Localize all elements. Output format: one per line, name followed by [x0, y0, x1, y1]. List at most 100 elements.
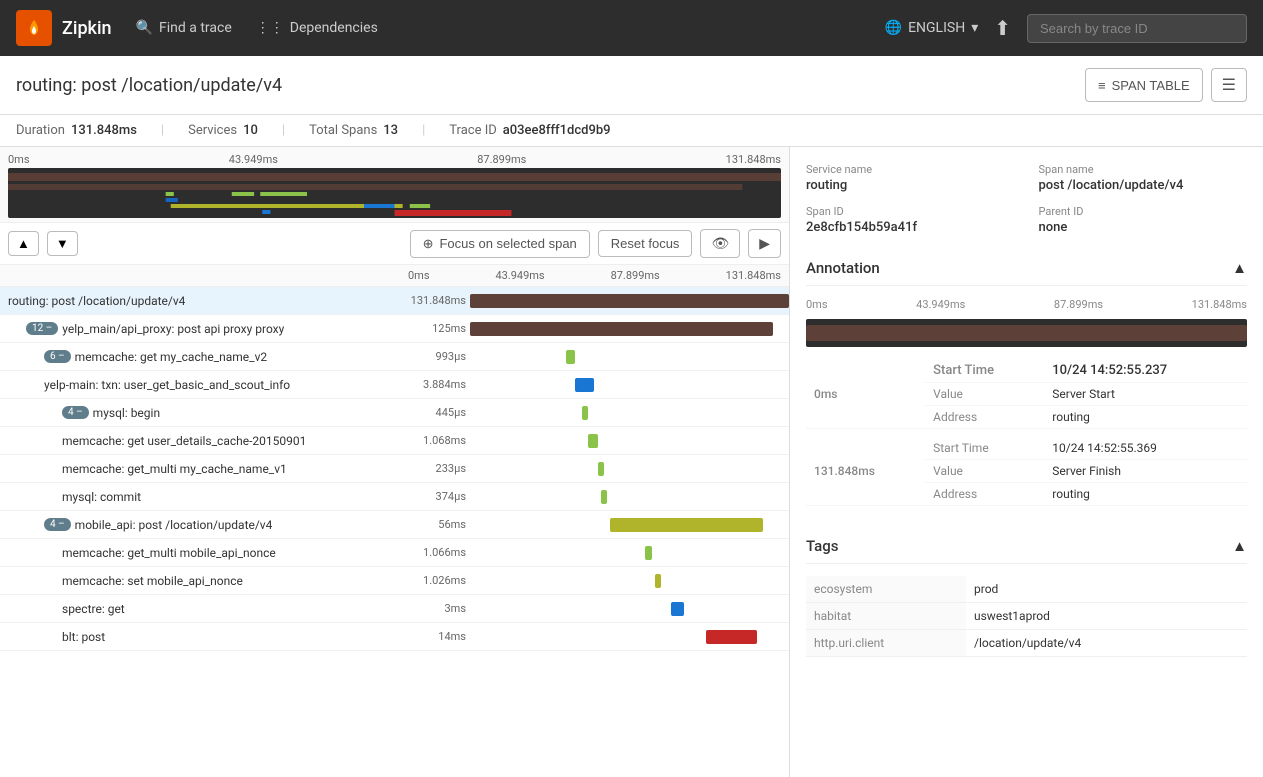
- timeline-minimap[interactable]: [8, 168, 781, 218]
- span-duration: 1.066ms: [390, 546, 470, 559]
- focus-span-button[interactable]: ⊕ Focus on selected span: [410, 230, 590, 258]
- span-duration: 3ms: [390, 602, 470, 615]
- span-bar: [566, 350, 576, 364]
- main-layout: 0ms 43.949ms 87.899ms 131.848ms: [0, 147, 1263, 777]
- span-name: memcache: get_multi my_cache_name_v1: [62, 462, 287, 476]
- upload-icon[interactable]: ⬆: [994, 16, 1011, 40]
- span-duration: 125ms: [390, 322, 470, 335]
- span-row[interactable]: yelp-main: txn: user_get_basic_and_scout…: [0, 371, 789, 399]
- annotation-ruler: 0ms 43.949ms 87.899ms 131.848ms: [806, 298, 1247, 311]
- span-row[interactable]: 6 –memcache: get my_cache_name_v2993μs: [0, 343, 789, 371]
- span-name: mysql: commit: [62, 490, 141, 504]
- span-duration: 993μs: [390, 350, 470, 363]
- span-duration: 1.068ms: [390, 434, 470, 447]
- span-row[interactable]: 4 – mobile_api: post /location/update/v4 5…: [0, 511, 789, 539]
- language-selector[interactable]: 🌐 ENGLISH ▾: [885, 20, 979, 36]
- span-name: spectre: get: [62, 602, 125, 616]
- scroll-up-button[interactable]: ▲: [8, 231, 39, 256]
- span-row[interactable]: mysql: commit 374μs: [0, 483, 789, 511]
- navbar: Zipkin 🔍 Find a trace ⋮⋮ Dependencies 🌐 …: [0, 0, 1263, 56]
- menu-button[interactable]: ☰: [1211, 68, 1247, 102]
- metadata-row: Duration 131.848ms | Services 10 | Total…: [0, 115, 1263, 147]
- annotation-timeline: [806, 319, 1247, 347]
- span-duration: 233μs: [390, 462, 470, 475]
- span-name: blt: post: [62, 630, 105, 644]
- span-name: yelp-main: txn: user_get_basic_and_scout…: [44, 378, 290, 392]
- logo[interactable]: Zipkin: [16, 10, 112, 46]
- span-bar: [706, 630, 757, 644]
- translate-icon: 🌐: [885, 20, 902, 36]
- span-name: memcache: get_multi mobile_api_nonce: [62, 546, 276, 560]
- flame-icon: [24, 18, 44, 38]
- span-row[interactable]: memcache: get user_details_cache-2015090…: [0, 427, 789, 455]
- nav-find-trace[interactable]: 🔍 Find a trace: [136, 20, 232, 36]
- span-bar: [470, 322, 773, 336]
- span-row[interactable]: memcache: get_multi mobile_api_nonce 1.06…: [0, 539, 789, 567]
- span-name: routing: post /location/update/v4: [8, 294, 185, 308]
- tags-section-header: Tags ▲: [806, 529, 1247, 564]
- span-name: yelp_main/api_proxy: post api proxy prox…: [62, 322, 284, 336]
- tag-row: http.uri.client/location/update/v4: [806, 630, 1247, 657]
- annotation-row: 131.848msStart Time10/24 14:52:55.369: [806, 437, 1247, 460]
- trace-panel: 0ms 43.949ms 87.899ms 131.848ms: [0, 147, 790, 777]
- trace-id-search[interactable]: [1027, 14, 1247, 43]
- minimap-svg: [8, 168, 781, 218]
- visibility-button[interactable]: 👁: [700, 229, 740, 258]
- chevron-down-icon: ▾: [971, 20, 978, 36]
- page-header: routing: post /location/update/v4 ≡ SPAN…: [0, 56, 1263, 115]
- parent-id-field: Parent ID none: [1039, 205, 1248, 235]
- span-list-header: 0ms 43.949ms 87.899ms 131.848ms: [0, 265, 789, 287]
- span-badge[interactable]: 6 –: [44, 350, 71, 363]
- meta-trace-id: Trace ID a03ee8fff1dcd9b9: [449, 123, 610, 138]
- meta-duration: Duration 131.848ms: [16, 123, 137, 138]
- annotation-collapse-icon[interactable]: ▲: [1232, 259, 1247, 277]
- span-row[interactable]: routing: post /location/update/v4 131.848…: [0, 287, 789, 315]
- meta-total-spans: Total Spans 13: [309, 123, 398, 138]
- span-name: mobile_api: post /location/update/v4: [75, 518, 273, 532]
- span-row[interactable]: memcache: get_multi my_cache_name_v1 233μ…: [0, 455, 789, 483]
- span-badge[interactable]: 4 –: [44, 518, 71, 531]
- logo-text: Zipkin: [62, 18, 112, 39]
- span-name-field: Span name post /location/update/v4: [1039, 163, 1248, 193]
- span-list: routing: post /location/update/v4 131.848…: [0, 287, 789, 777]
- span-row[interactable]: memcache: set mobile_api_nonce 1.026ms: [0, 567, 789, 595]
- table-icon: ≡: [1098, 78, 1106, 93]
- span-bar: [671, 602, 684, 616]
- span-row[interactable]: 4 – mysql: begin 445μs: [0, 399, 789, 427]
- span-row[interactable]: 12 – yelp_main/api_proxy: post api proxy …: [0, 315, 789, 343]
- span-duration: 374μs: [390, 490, 470, 503]
- timeline-ruler: 0ms 43.949ms 87.899ms 131.848ms: [8, 151, 781, 168]
- span-name: mysql: begin: [93, 406, 160, 420]
- span-bar: [575, 378, 594, 392]
- reset-focus-button[interactable]: Reset focus: [598, 230, 693, 257]
- span-duration: 1.026ms: [390, 574, 470, 587]
- service-name-field: Service name routing: [806, 163, 1015, 193]
- span-row[interactable]: blt: post14ms: [0, 623, 789, 651]
- tag-row: habitatuswest1aprod: [806, 603, 1247, 630]
- header-actions: ≡ SPAN TABLE ☰: [1085, 68, 1247, 102]
- span-duration: 445μs: [390, 406, 470, 419]
- timeline-overview: 0ms 43.949ms 87.899ms 131.848ms: [0, 147, 789, 223]
- span-bar: [601, 490, 607, 504]
- span-name: memcache: get user_details_cache-2015090…: [62, 434, 306, 448]
- tags-collapse-icon[interactable]: ▲: [1232, 537, 1247, 555]
- detail-panel: Service name routing Span name post /loc…: [790, 147, 1263, 777]
- span-duration: 56ms: [390, 518, 470, 531]
- span-duration: 3.884ms: [390, 378, 470, 391]
- span-duration: 131.848ms: [390, 294, 470, 307]
- meta-services: Services 10: [188, 123, 258, 138]
- span-bar: [655, 574, 661, 588]
- span-name: memcache: set mobile_api_nonce: [62, 574, 243, 588]
- scroll-down-button[interactable]: ▼: [47, 231, 78, 256]
- span-row[interactable]: spectre: get 3ms: [0, 595, 789, 623]
- nav-items: 🔍 Find a trace ⋮⋮ Dependencies: [136, 20, 861, 36]
- span-bar: [470, 294, 789, 308]
- span-badge[interactable]: 4 –: [62, 406, 89, 419]
- span-table-button[interactable]: ≡ SPAN TABLE: [1085, 68, 1203, 102]
- forward-button[interactable]: ▶: [748, 229, 781, 258]
- logo-icon: [16, 10, 52, 46]
- search-nav-icon: 🔍: [136, 20, 153, 36]
- span-badge[interactable]: 12 –: [26, 322, 58, 335]
- nav-dependencies[interactable]: ⋮⋮ Dependencies: [256, 20, 378, 36]
- span-bar: [610, 518, 763, 532]
